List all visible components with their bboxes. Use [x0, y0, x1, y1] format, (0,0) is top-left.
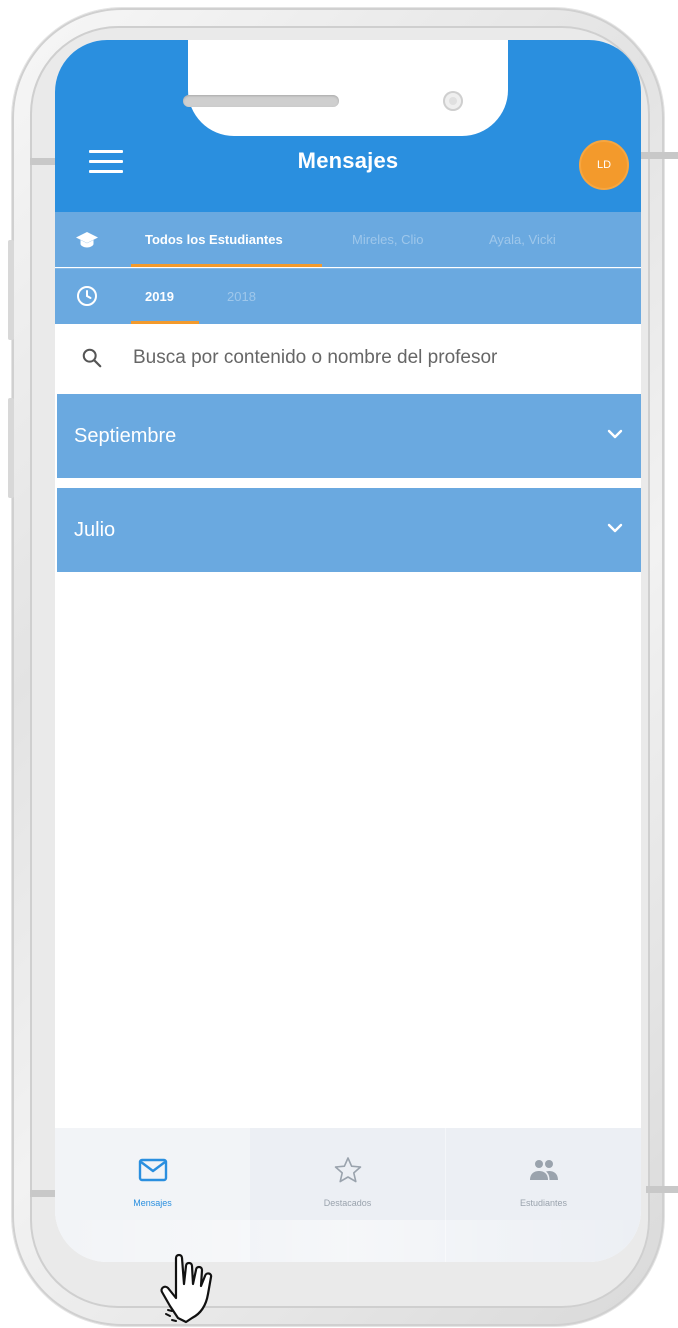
phone-screen: Mensajes LD Todos los Estudiantes Mirele… [55, 40, 641, 1262]
tab-2018[interactable]: 2018 [227, 269, 256, 324]
active-tab-indicator [131, 264, 322, 267]
nav-destacados[interactable]: Destacados [250, 1128, 445, 1262]
phone-notch [188, 40, 508, 136]
tab-mireles-clio[interactable]: Mireles, Clio [352, 212, 424, 267]
speaker-grille [183, 95, 339, 107]
mail-icon [138, 1158, 167, 1182]
tab-todos-los-estudiantes[interactable]: Todos los Estudiantes [145, 212, 283, 267]
camera-lens [443, 91, 463, 111]
tab-ayala-vicki[interactable]: Ayala, Vicki [489, 212, 556, 267]
phone-side-button [8, 398, 14, 498]
student-tabs: Todos los Estudiantes Mireles, Clio Ayal… [55, 212, 641, 267]
year-tabs: 2019 2018 [55, 268, 641, 324]
nav-label-estudiantes: Estudiantes [519, 1198, 568, 1208]
month-item-septiembre[interactable]: Septiembre [57, 394, 641, 478]
phone-antenna-band [30, 1190, 56, 1197]
phone-antenna-band [30, 158, 56, 165]
nav-label-destacados: Destacados [323, 1198, 372, 1208]
star-icon [334, 1157, 361, 1183]
month-label: Julio [74, 519, 116, 541]
chevron-down-icon [607, 429, 623, 439]
search-input[interactable] [133, 338, 623, 378]
chevron-down-icon [607, 523, 623, 533]
tab-2019[interactable]: 2019 [145, 269, 174, 324]
month-item-julio[interactable]: Julio [57, 488, 641, 572]
nav-mensajes[interactable]: Mensajes [55, 1128, 250, 1262]
phone-antenna-band [640, 152, 678, 159]
avatar[interactable]: LD [579, 140, 629, 190]
nav-label-mensajes: Mensajes [133, 1198, 172, 1208]
search-icon [82, 348, 102, 368]
graduation-cap-icon [76, 232, 98, 248]
bottom-navigation: Mensajes Destacados Estudiantes [55, 1128, 641, 1262]
hand-pointer-icon [160, 1253, 213, 1324]
nav-estudiantes[interactable]: Estudiantes [446, 1128, 641, 1262]
page-title: Mensajes [297, 148, 399, 173]
search-bar [55, 324, 641, 394]
month-label: Septiembre [74, 425, 177, 447]
phone-side-button [8, 240, 14, 340]
phone-antenna-band [646, 1186, 678, 1193]
people-icon [529, 1160, 558, 1180]
clock-icon [77, 286, 97, 306]
